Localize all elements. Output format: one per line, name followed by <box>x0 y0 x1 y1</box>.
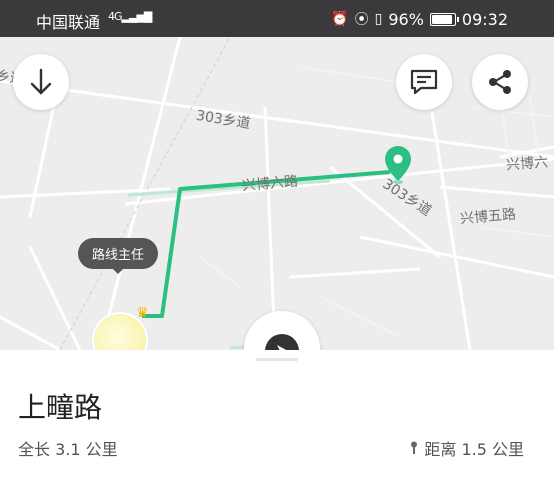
location-marker-icon <box>411 441 418 454</box>
road-distance: 距离 1.5 公里 <box>410 436 524 460</box>
road-name: 上疃路 <box>18 391 103 424</box>
arrow-down-icon <box>30 68 52 95</box>
sheet-handle[interactable] <box>256 358 298 361</box>
route-owner-tooltip: 路线主任 <box>78 238 159 274</box>
road-length: 全长 3.1 公里 <box>18 440 118 459</box>
clock: 09:32 <box>461 9 508 29</box>
alarm-icon: ⏰ <box>331 11 349 27</box>
road-info-sheet[interactable]: 上疃路 全长 3.1 公里 距离 1.5 公里 <box>0 350 554 479</box>
map-view[interactable]: 乡道 303乡道 兴博六路 303乡道 兴博五路 兴博六 路线主任 ♛ <box>0 37 554 350</box>
battery-icon <box>429 12 459 26</box>
crown-icon: ♛ <box>136 305 149 321</box>
route-line <box>142 170 391 318</box>
map-label-xingbo-6-right: 兴博六 <box>505 154 549 174</box>
comment-button[interactable] <box>396 54 452 110</box>
status-right: ⏰ ⦿ ▯ 96% 09:32 <box>331 9 508 29</box>
road-distance-text: 距离 1.5 公里 <box>424 440 524 459</box>
location-icon: ⦿ <box>354 12 369 28</box>
road-network <box>0 37 554 350</box>
signal-icon: 4G▂▃▅▇ <box>108 10 152 23</box>
share-icon <box>489 70 511 94</box>
carrier-name: 中国联通 <box>36 13 101 32</box>
battery-percentage: 96% <box>388 9 424 29</box>
status-bar: 中国联通 4G▂▃▅▇ ⏰ ⦿ ▯ 96% 09:32 <box>0 0 554 37</box>
vibrate-icon: ▯ <box>374 11 383 27</box>
play-arrow-icon <box>277 345 287 350</box>
message-icon <box>410 69 438 95</box>
share-button[interactable] <box>472 54 528 110</box>
download-button[interactable] <box>13 54 69 110</box>
navigate-icon-wrap <box>265 334 299 350</box>
network-type: 4G <box>108 10 122 23</box>
